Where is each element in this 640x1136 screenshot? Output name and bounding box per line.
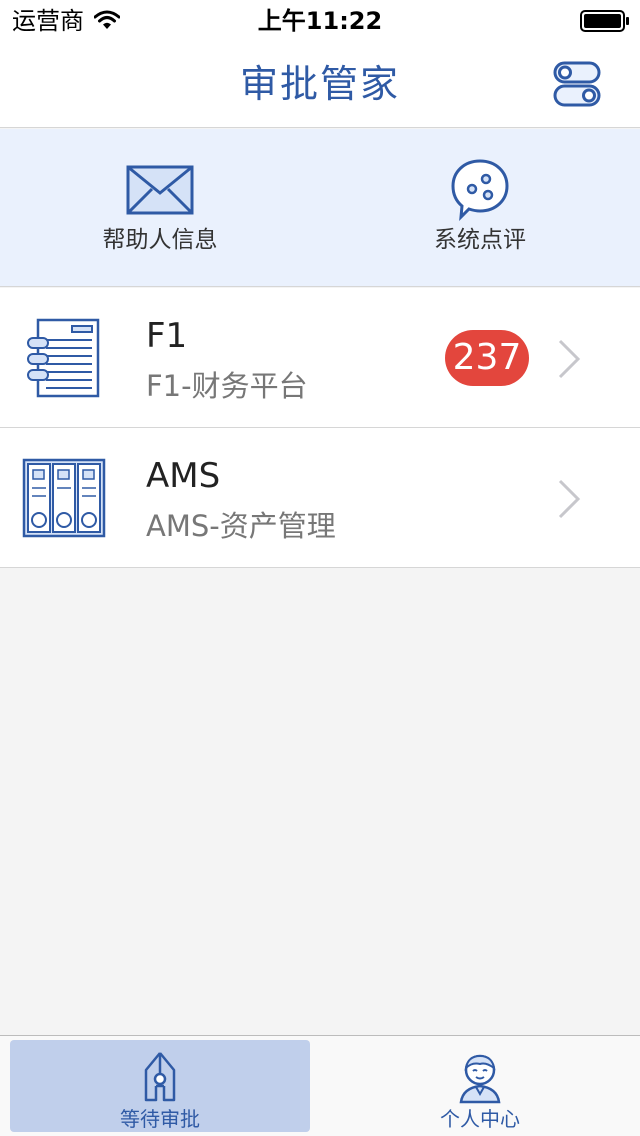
- tab-label: 等待审批: [120, 1107, 200, 1131]
- system-row-ams[interactable]: AMS AMS-资产管理: [0, 428, 640, 568]
- status-time: 上午11:22: [257, 7, 383, 35]
- system-name: AMS: [146, 456, 221, 496]
- comment-bubble-icon: [451, 159, 509, 221]
- tab-label: 个人中心: [440, 1107, 520, 1131]
- chevron-right-icon: [558, 479, 581, 519]
- system-list: F1 F1-财务平台 237 AMS AMS-资产管理: [0, 288, 640, 568]
- system-row-f1[interactable]: F1 F1-财务平台 237: [0, 288, 640, 428]
- helper-info-label: 帮助人信息: [102, 227, 218, 253]
- battery-icon: [580, 10, 629, 32]
- system-name: F1: [146, 316, 188, 356]
- pending-count-badge: 237: [445, 330, 529, 386]
- helper-info-button[interactable]: 帮助人信息: [0, 129, 320, 287]
- nav-bar: 审批管家: [0, 40, 640, 128]
- status-bar: 运营商 上午11:22: [0, 0, 640, 40]
- system-description: F1-财务平台: [146, 369, 308, 403]
- user-avatar-icon: [459, 1054, 501, 1104]
- envelope-icon: [126, 165, 194, 215]
- tab-pending-approval[interactable]: 等待审批: [10, 1040, 310, 1132]
- tab-bar: 等待审批 个人中心: [0, 1035, 640, 1136]
- chevron-right-icon: [558, 339, 581, 379]
- file-cabinet-icon: [22, 458, 106, 538]
- system-review-button[interactable]: 系统点评: [320, 129, 640, 287]
- document-binder-icon: [27, 318, 100, 398]
- tab-personal-center[interactable]: 个人中心: [330, 1040, 630, 1132]
- toggle-switches-icon[interactable]: [552, 58, 604, 110]
- pen-nib-icon: [144, 1052, 176, 1102]
- system-description: AMS-资产管理: [146, 509, 336, 543]
- quick-actions: 帮助人信息 系统点评: [0, 129, 640, 287]
- system-review-label: 系统点评: [434, 227, 526, 253]
- page-title: 审批管家: [239, 62, 400, 106]
